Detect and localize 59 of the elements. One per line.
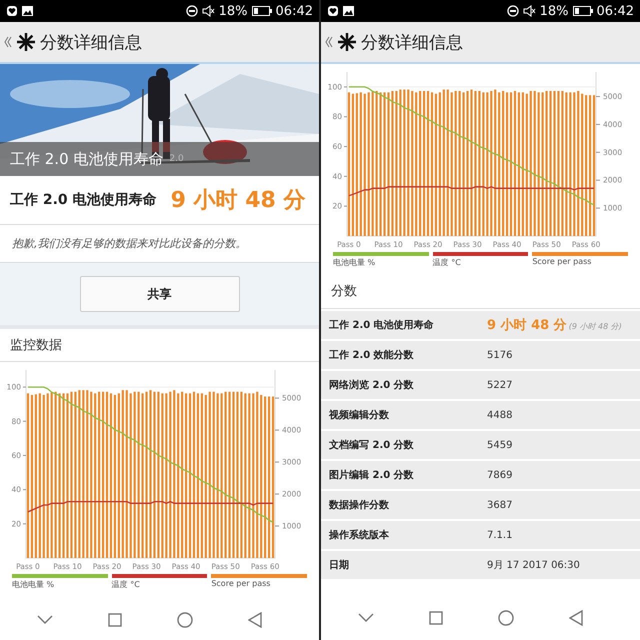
score-value: 5459 xyxy=(487,440,512,450)
image-icon xyxy=(22,6,33,16)
score-label: 数据操作分数 xyxy=(329,498,390,512)
image-icon xyxy=(343,6,354,16)
hero-subcaption: 2.0 xyxy=(169,154,184,164)
section-title: 监控数据 xyxy=(10,337,62,354)
back-icon[interactable] xyxy=(4,36,12,48)
score-value: 5227 xyxy=(487,380,512,390)
battery-icon xyxy=(252,6,272,16)
score-label: 日期 xyxy=(329,558,350,572)
score-value: 4488 xyxy=(487,410,512,420)
square-icon[interactable] xyxy=(108,613,122,627)
score-value: 7869 xyxy=(487,470,512,480)
note-text: 抱歉,我们没有足够的数据来对比此设备的分数。 xyxy=(12,236,246,251)
back-icon[interactable] xyxy=(568,610,583,626)
score-value: 7.1.1 xyxy=(487,530,512,540)
legend-label: 电池电量 % xyxy=(12,579,56,590)
battery-icon xyxy=(572,6,593,16)
score-label: 操作系统版本 xyxy=(329,528,390,542)
result-value: 9 小时 48 分 xyxy=(170,187,306,215)
square-icon[interactable] xyxy=(429,611,444,625)
score-value: 3687 xyxy=(487,500,512,510)
chevron-down-icon[interactable] xyxy=(37,615,54,625)
screen-title: 分数详细信息 xyxy=(40,32,142,54)
score-value: 9 小时 48 分 xyxy=(487,317,567,334)
mute-icon xyxy=(522,5,536,17)
legend-label: Score per pass xyxy=(532,257,592,266)
score-label: 工作 2.0 效能分数 xyxy=(329,348,415,362)
score-value: 9月 17 2017 06:30 xyxy=(487,559,580,572)
score-label: 网络浏览 2.0 分数 xyxy=(329,378,415,392)
chevron-down-icon[interactable] xyxy=(358,613,374,623)
score-value: 5176 xyxy=(487,350,512,360)
clock-time: 06:42 xyxy=(276,4,313,18)
section-title: 分数 xyxy=(331,283,357,300)
score-label: 图片编辑 2.0 分数 xyxy=(329,468,415,482)
score-label: 文档编写 2.0 分数 xyxy=(329,438,415,452)
clock-time: 06:42 xyxy=(596,4,634,18)
legend-label: Score per pass xyxy=(211,579,272,588)
snowflake-icon xyxy=(16,32,36,52)
score-label: 工作 2.0 电池使用寿命 xyxy=(329,318,435,332)
battery-percentage: 18% xyxy=(540,4,569,18)
home-icon[interactable] xyxy=(498,610,514,626)
legend-label: 电池电量 % xyxy=(333,257,376,268)
result-label: 工作 2.0 电池使用寿命 xyxy=(10,191,157,209)
legend-label: 温度 °C xyxy=(112,579,141,590)
back-icon[interactable] xyxy=(325,36,333,48)
screen-title: 分数详细信息 xyxy=(361,32,463,54)
mute-icon xyxy=(202,5,215,17)
home-icon[interactable] xyxy=(176,612,193,628)
legend-label: 温度 °C xyxy=(432,257,462,268)
heart-icon xyxy=(6,5,18,17)
heart-icon xyxy=(327,5,339,17)
battery-percentage: 18% xyxy=(218,4,248,18)
score-label: 视频编辑分数 xyxy=(329,408,390,422)
back-icon[interactable] xyxy=(248,612,262,628)
share-button[interactable]: 共享 xyxy=(80,276,240,312)
snowflake-icon xyxy=(337,32,357,52)
score-detail: (9 小时 48 分) xyxy=(568,321,622,332)
hero-caption: 工作 2.0 电池使用寿命 xyxy=(10,150,164,168)
